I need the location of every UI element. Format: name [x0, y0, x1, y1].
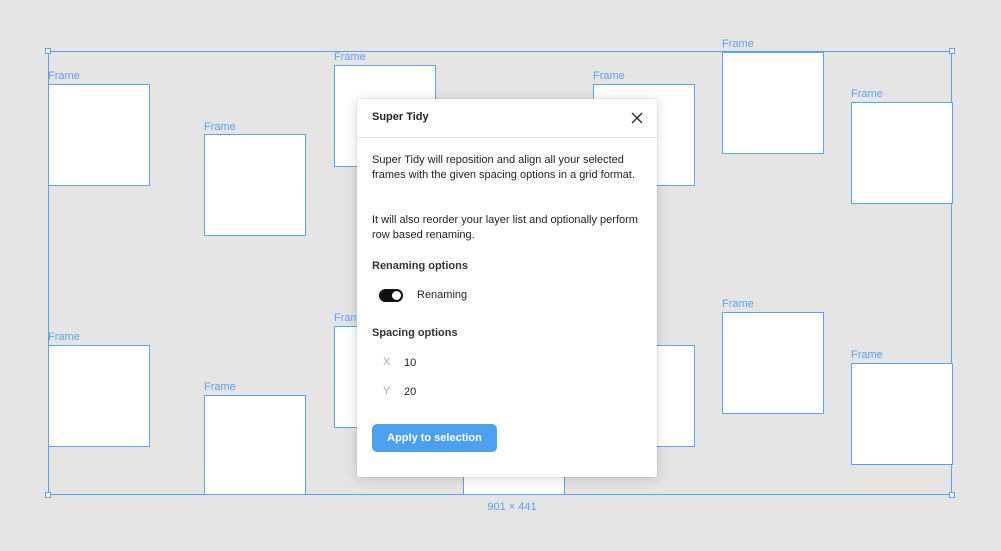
spacing-x-field: X [377, 352, 527, 374]
frame[interactable] [48, 84, 150, 186]
frame-label: Frame [204, 381, 236, 393]
frame-label: Frame [334, 51, 366, 63]
frame-label: Frame [48, 70, 80, 82]
frame-label: Frame [204, 121, 236, 133]
super-tidy-dialog: Super Tidy Super Tidy will reposition an… [357, 99, 657, 477]
frame[interactable] [722, 52, 824, 154]
dialog-title: Super Tidy [372, 111, 429, 123]
frame[interactable] [204, 395, 306, 495]
description-reposition: Super Tidy will reposition and align all… [372, 154, 635, 181]
frame-label: Frame [722, 38, 754, 50]
frame-label: Frame [722, 298, 754, 310]
y-label: Y [383, 385, 391, 397]
renaming-toggle-label: Renaming [417, 289, 468, 301]
frame-label: Frame [851, 349, 883, 361]
spacing-y-input[interactable] [401, 381, 521, 403]
frame[interactable] [722, 312, 824, 414]
toggle-knob [391, 290, 402, 301]
description-reorder: It will also reorder your layer list and… [372, 214, 638, 241]
selection-handle-bottom-right[interactable] [949, 492, 955, 498]
spacing-y-field: Y [377, 381, 527, 403]
selection-handle-bottom-left[interactable] [45, 492, 51, 498]
frame-label: Frame [851, 88, 883, 100]
selection-handle-top-left[interactable] [45, 48, 51, 54]
renaming-options-title: Renaming options [372, 260, 468, 272]
apply-to-selection-button[interactable]: Apply to selection [372, 424, 497, 452]
frame-label: Frame [48, 331, 80, 343]
frame[interactable] [851, 363, 953, 465]
spacing-options-title: Spacing options [372, 327, 458, 339]
selection-handle-top-right[interactable] [949, 48, 955, 54]
x-label: X [383, 356, 391, 368]
close-icon[interactable] [629, 110, 645, 126]
frame[interactable] [851, 102, 953, 204]
dialog-header: Super Tidy [357, 99, 657, 138]
spacing-x-input[interactable] [401, 352, 521, 374]
frame-label: Frame [593, 70, 625, 82]
frame[interactable] [204, 134, 306, 236]
frame[interactable] [48, 345, 150, 447]
selection-dimensions-label: 901 × 441 [487, 501, 537, 513]
renaming-toggle[interactable] [379, 289, 403, 302]
